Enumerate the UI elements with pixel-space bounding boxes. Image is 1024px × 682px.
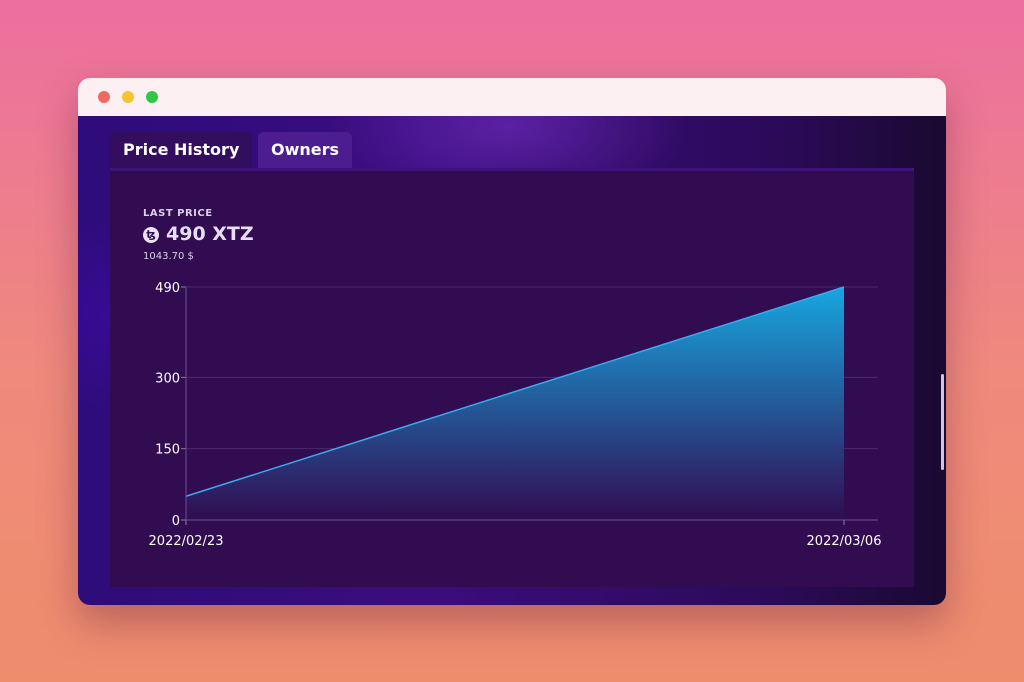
tab-owners[interactable]: Owners <box>258 132 353 168</box>
x-tick-label: 2022/03/06 <box>807 534 882 549</box>
close-window-icon[interactable] <box>98 91 110 103</box>
price-area <box>186 287 844 520</box>
y-tick-label: 490 <box>155 281 180 296</box>
browser-window: Price History Owners LAST PRICE ꜩ 490 XT… <box>78 78 946 605</box>
price-history-panel: LAST PRICE ꜩ 490 XTZ 1043.70 $ 0 150 300 49… <box>110 168 914 587</box>
tab-price-history[interactable]: Price History <box>110 132 253 168</box>
window-content: Price History Owners LAST PRICE ꜩ 490 XT… <box>78 116 946 605</box>
price-chart: 0 150 300 490 2022/02/23 2022/03/06 <box>149 281 882 549</box>
maximize-window-icon[interactable] <box>146 91 158 103</box>
y-tick-label: 300 <box>155 371 180 386</box>
x-tick-label: 2022/02/23 <box>149 534 224 549</box>
window-titlebar <box>78 78 946 116</box>
y-tick-label: 150 <box>155 443 180 458</box>
minimize-window-icon[interactable] <box>122 91 134 103</box>
scrollbar[interactable] <box>941 374 944 470</box>
y-tick-label: 0 <box>172 514 180 529</box>
